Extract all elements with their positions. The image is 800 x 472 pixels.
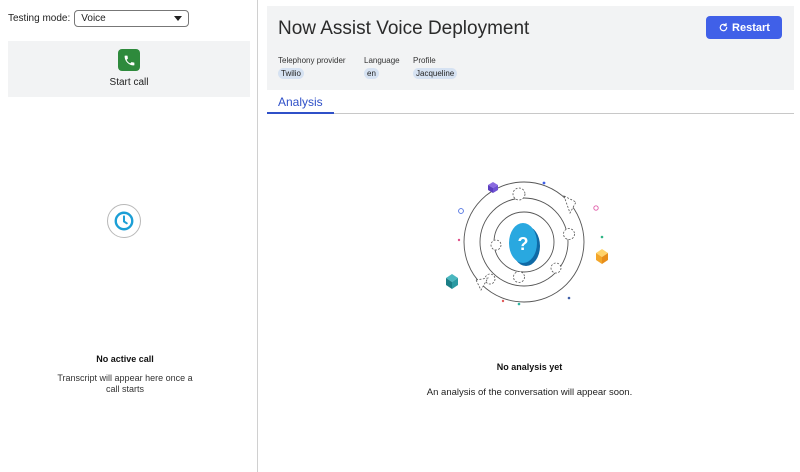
no-analysis-heading: No analysis yet [496, 362, 563, 372]
waiting-indicator [107, 204, 141, 238]
field-value-chip: en [364, 68, 379, 79]
field-telephony-provider: Telephony provider Twilio [278, 56, 346, 79]
start-call-label: Start call [109, 77, 149, 88]
restart-label: Restart [732, 21, 770, 34]
field-label: Telephony provider [278, 56, 346, 65]
phone-icon [124, 55, 134, 65]
chevron-down-icon [174, 16, 183, 21]
testing-mode-row: Testing mode: Voice [8, 10, 190, 27]
page-title: Now Assist Voice Deployment [278, 18, 530, 39]
cube-teal [446, 274, 458, 289]
analysis-hint-text: An analysis of the conversation will app… [426, 387, 633, 398]
field-value-chip: Twilio [278, 68, 305, 79]
testing-mode-value: Voice [81, 13, 106, 24]
field-label: Profile [413, 56, 436, 65]
restart-button[interactable]: Restart [706, 16, 782, 39]
clock-icon [114, 211, 134, 231]
cube-purple [488, 182, 498, 193]
tab-bar: Analysis [267, 92, 794, 114]
start-call-button[interactable] [118, 49, 140, 71]
no-active-call-heading: No active call [96, 354, 154, 364]
testing-mode-select[interactable]: Voice [74, 10, 190, 27]
field-label: Language [364, 56, 400, 65]
start-call-box: Start call [8, 41, 250, 97]
field-value-chip: Jacqueline [413, 68, 458, 79]
deployment-header: Now Assist Voice Deployment Restart Tele… [267, 6, 794, 90]
deployment-panel: Now Assist Voice Deployment Restart Tele… [259, 0, 800, 472]
transcript-hint-text: Transcript will appear here once a call … [57, 373, 193, 394]
field-language: Language en [364, 56, 400, 79]
tab-analysis[interactable]: Analysis [267, 92, 334, 114]
testing-mode-label: Testing mode: [8, 13, 71, 24]
call-panel: Testing mode: Voice Start call No active… [0, 0, 258, 472]
field-profile: Profile Jacqueline [413, 56, 458, 79]
question-orbit-illustration: ? [446, 181, 608, 306]
question-icon: ? [518, 234, 529, 254]
cube-yellow [596, 249, 608, 264]
refresh-icon [719, 23, 728, 32]
